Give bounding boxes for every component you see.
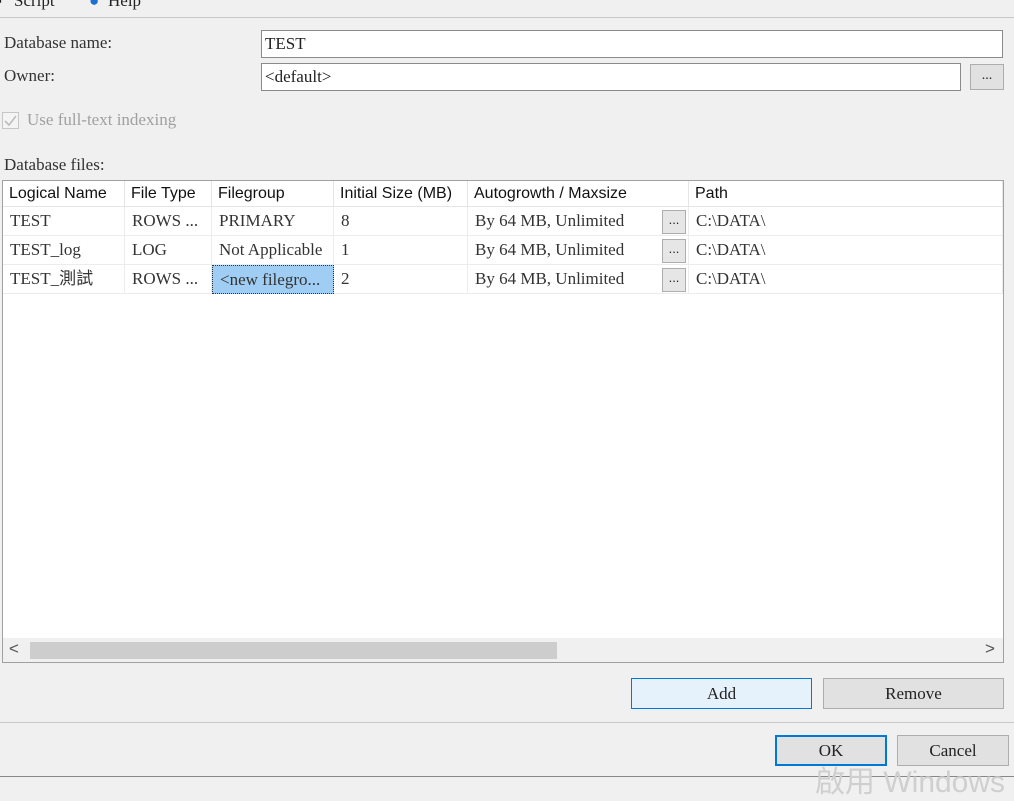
- scrollbar-thumb[interactable]: [30, 642, 557, 659]
- cell-autogrowth[interactable]: By 64 MB, Unlimited: [468, 236, 689, 265]
- cell-logical-name[interactable]: TEST_log: [3, 236, 125, 265]
- scroll-right-icon[interactable]: >: [985, 639, 995, 659]
- autogrowth-browse-button[interactable]: ...: [662, 268, 686, 292]
- cell-autogrowth[interactable]: By 64 MB, Unlimited: [468, 207, 689, 236]
- cell-filegroup-selected[interactable]: <new filegro...: [212, 265, 334, 294]
- cell-file-type[interactable]: LOG: [125, 236, 212, 265]
- owner-input[interactable]: <default>: [261, 63, 961, 91]
- help-button[interactable]: Help: [108, 0, 141, 11]
- help-icon[interactable]: ●: [89, 0, 99, 11]
- cell-file-type[interactable]: ROWS ...: [125, 265, 212, 294]
- cell-logical-name[interactable]: TEST_測試: [3, 265, 125, 294]
- cell-filegroup[interactable]: Not Applicable: [212, 236, 334, 265]
- cell-path[interactable]: C:\DATA\: [689, 265, 1003, 294]
- scroll-left-icon[interactable]: <: [9, 639, 19, 659]
- column-header-logical-name[interactable]: Logical Name: [3, 181, 125, 207]
- owner-browse-button[interactable]: ...: [970, 64, 1004, 90]
- divider: [0, 722, 1014, 723]
- cell-file-type[interactable]: ROWS ...: [125, 207, 212, 236]
- column-header-filegroup[interactable]: Filegroup: [212, 181, 334, 207]
- remove-button[interactable]: Remove: [823, 678, 1004, 709]
- fulltext-checkbox[interactable]: [2, 112, 19, 129]
- fulltext-label: Use full-text indexing: [27, 110, 177, 129]
- database-files-grid: Logical Name File Type Filegroup Initial…: [2, 180, 1004, 663]
- database-name-label: Database name:: [4, 33, 113, 52]
- cell-initial-size[interactable]: 8: [334, 207, 468, 236]
- cell-filegroup[interactable]: PRIMARY: [212, 207, 334, 236]
- cell-autogrowth[interactable]: By 64 MB, Unlimited: [468, 265, 689, 294]
- column-header-autogrowth[interactable]: Autogrowth / Maxsize: [468, 181, 689, 207]
- autogrowth-browse-button[interactable]: ...: [662, 239, 686, 263]
- column-header-file-type[interactable]: File Type: [125, 181, 212, 207]
- column-header-initial-size[interactable]: Initial Size (MB): [334, 181, 468, 207]
- database-name-input[interactable]: TEST: [261, 30, 1003, 58]
- add-button[interactable]: Add: [631, 678, 812, 709]
- cell-path[interactable]: C:\DATA\: [689, 207, 1003, 236]
- activation-watermark: 啟用 Windows: [815, 766, 1006, 799]
- cell-initial-size[interactable]: 2: [334, 265, 468, 294]
- autogrowth-browse-button[interactable]: ...: [662, 210, 686, 234]
- cell-logical-name[interactable]: TEST: [3, 207, 125, 236]
- database-files-label: Database files:: [4, 155, 105, 174]
- cell-path[interactable]: C:\DATA\: [689, 236, 1003, 265]
- toolbar: ▪ Script ● Help: [0, 0, 1014, 18]
- checkmark-icon: [4, 115, 17, 127]
- script-button[interactable]: Script: [14, 0, 55, 11]
- horizontal-scrollbar[interactable]: < >: [3, 638, 1003, 662]
- column-header-path[interactable]: Path: [689, 181, 1003, 207]
- cell-initial-size[interactable]: 1: [334, 236, 468, 265]
- script-icon[interactable]: ▪: [0, 0, 2, 11]
- owner-label: Owner:: [4, 66, 55, 85]
